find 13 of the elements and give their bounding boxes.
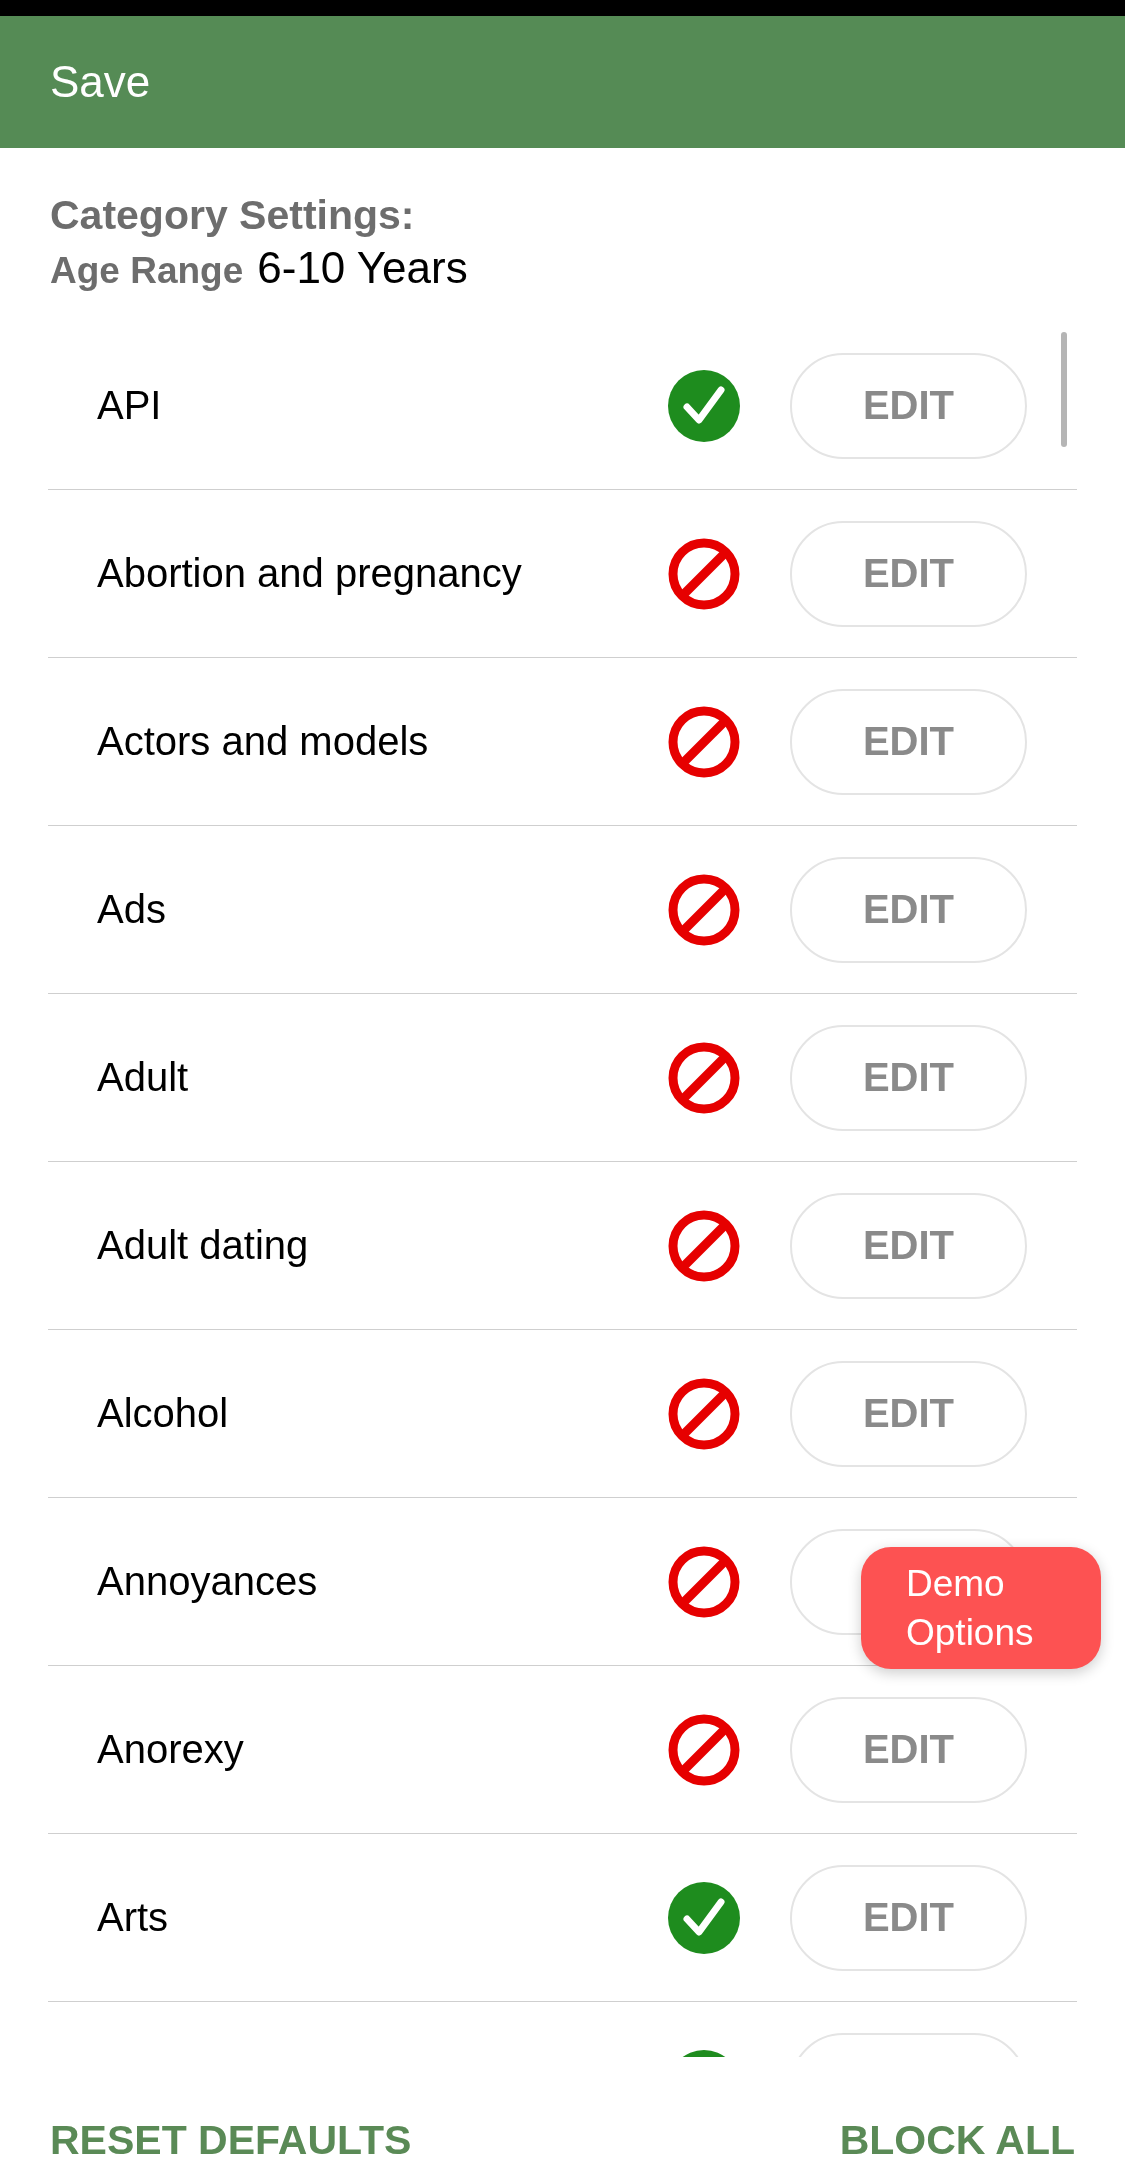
- age-range-label: Age Range: [50, 250, 244, 292]
- category-name: API: [96, 383, 163, 428]
- category-name: Annoyances: [96, 1559, 319, 1604]
- category-name: Ads: [96, 887, 167, 932]
- category-name: Adult dating: [96, 1223, 310, 1268]
- category-name: Arts: [96, 1895, 170, 1940]
- section-title: Category Settings:: [50, 191, 416, 240]
- category-name: Actors and models: [96, 719, 430, 764]
- category-name: Abortion and pregnancy: [96, 551, 523, 596]
- category-name: Alcohol: [96, 1391, 230, 1436]
- category-name: Anorexy: [96, 1727, 245, 1772]
- age-range-value: 6-10 Years: [257, 243, 468, 293]
- category-name: Adult: [96, 1055, 190, 1100]
